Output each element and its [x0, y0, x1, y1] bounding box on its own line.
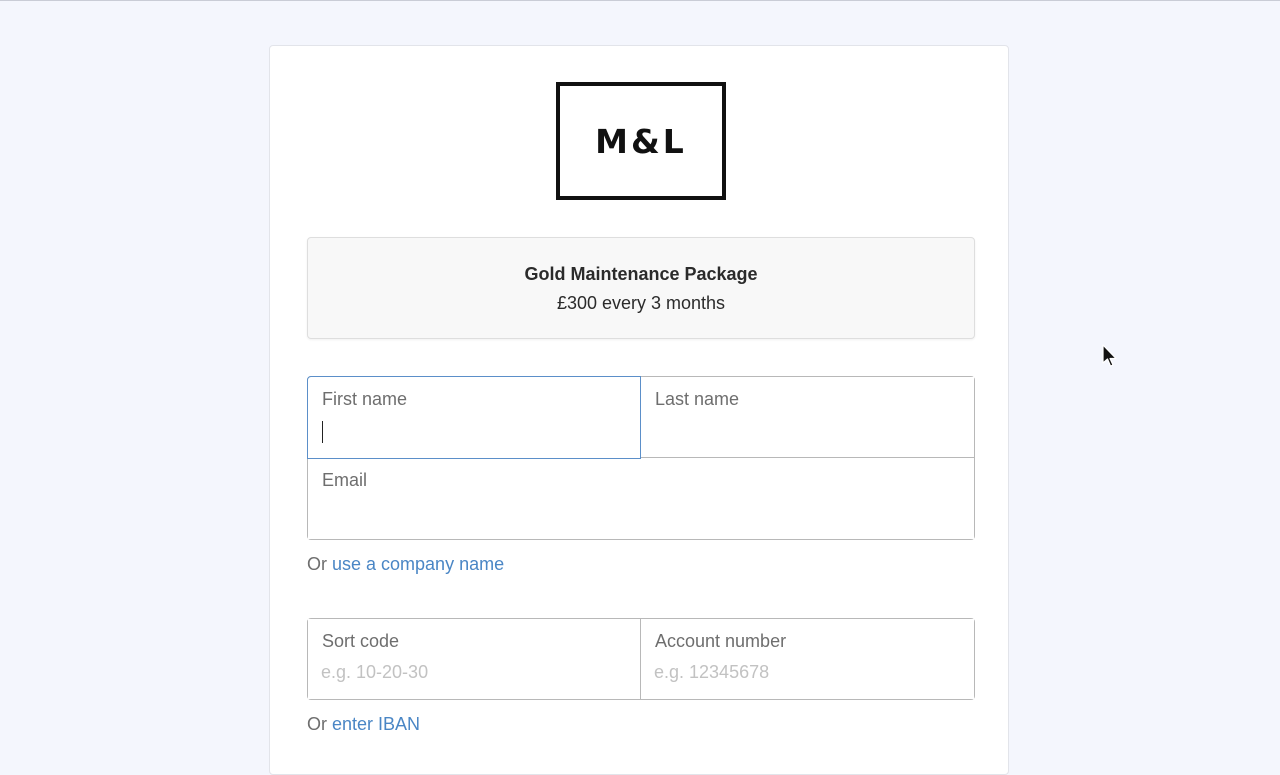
merchant-logo: M&L: [556, 82, 726, 200]
email-input[interactable]: [321, 498, 959, 524]
text-caret: [322, 421, 323, 443]
sort-code-field[interactable]: Sort code: [308, 619, 641, 699]
sort-code-label: Sort code: [322, 631, 400, 651]
payment-form-card: M&L Gold Maintenance Package £300 every …: [269, 45, 1009, 775]
account-number-input[interactable]: [654, 659, 959, 685]
logo-text: M&L: [595, 121, 687, 161]
first-name-field[interactable]: First name: [307, 376, 641, 459]
customer-details-group: First name Last name Email: [307, 376, 975, 540]
iban-option: Or enter IBAN: [307, 714, 420, 735]
use-company-name-link[interactable]: use a company name: [332, 554, 504, 574]
email-label: Email: [322, 470, 368, 490]
company-name-option: Or use a company name: [307, 554, 504, 575]
company-option-prefix: Or: [307, 554, 332, 574]
last-name-input[interactable]: [654, 417, 959, 443]
package-summary: Gold Maintenance Package £300 every 3 mo…: [307, 237, 975, 339]
sort-code-input[interactable]: [321, 659, 625, 685]
window-top-border: [0, 0, 1280, 1]
package-price: £300 every 3 months: [556, 293, 726, 313]
first-name-input[interactable]: [321, 417, 625, 443]
last-name-field[interactable]: Last name: [641, 377, 974, 458]
last-name-label: Last name: [655, 389, 740, 409]
account-number-field[interactable]: Account number: [641, 619, 974, 699]
account-number-label: Account number: [655, 631, 787, 651]
bank-details-group: Sort code Account number: [307, 618, 975, 700]
first-name-label: First name: [322, 389, 408, 409]
iban-option-prefix: Or: [307, 714, 332, 734]
enter-iban-link[interactable]: enter IBAN: [332, 714, 420, 734]
email-field[interactable]: Email: [308, 458, 974, 539]
arrow-pointer-icon: [1102, 344, 1117, 367]
package-name: Gold Maintenance Package: [524, 264, 758, 284]
